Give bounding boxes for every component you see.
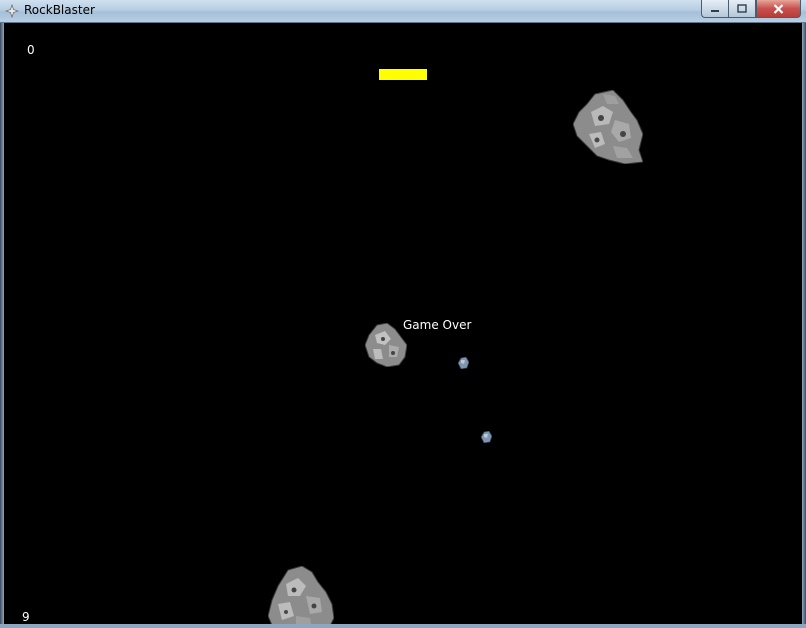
window-controls bbox=[701, 0, 801, 18]
asteroid-medium-center bbox=[365, 323, 407, 367]
game-canvas[interactable]: 0 Game Over 9 bbox=[4, 23, 802, 624]
starburst-app-icon bbox=[5, 4, 19, 18]
title-bar[interactable]: RockBlaster bbox=[0, 0, 806, 23]
debris-fragment bbox=[481, 431, 492, 443]
game-over-message: Game Over bbox=[403, 318, 472, 332]
maximize-button[interactable] bbox=[728, 0, 756, 18]
asteroid-large-top-right bbox=[573, 90, 643, 164]
player-ship bbox=[379, 69, 427, 80]
asteroid-large-bottom bbox=[268, 566, 334, 624]
maximize-icon bbox=[737, 4, 747, 13]
close-icon bbox=[773, 3, 784, 14]
window-frame-bottom bbox=[0, 624, 806, 628]
minimize-icon bbox=[711, 9, 719, 12]
minimize-button[interactable] bbox=[701, 0, 728, 18]
close-button[interactable] bbox=[756, 0, 801, 18]
window-title: RockBlaster bbox=[24, 3, 95, 17]
game-window: RockBlaster 0 Game Over 9 bbox=[0, 0, 806, 628]
debris-fragment bbox=[458, 357, 469, 369]
window-frame-right bbox=[802, 23, 806, 628]
lives-counter: 9 bbox=[22, 610, 30, 624]
score-counter: 0 bbox=[27, 43, 35, 57]
